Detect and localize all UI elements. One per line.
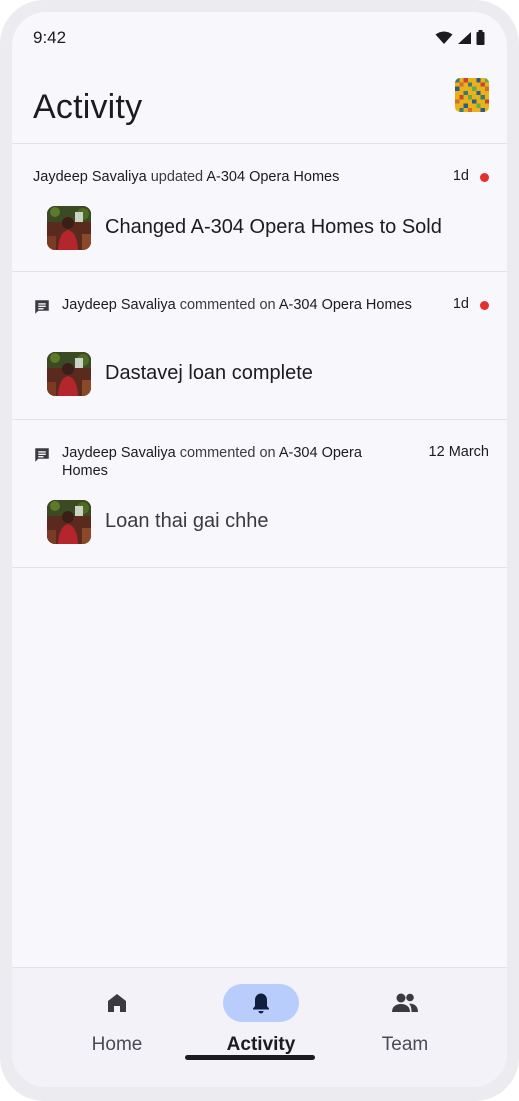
nav-home[interactable]: Home bbox=[62, 984, 172, 1064]
activity-time: 1d bbox=[452, 296, 469, 312]
activity-item[interactable]: Jaydeep Savaliya commented on A-304 Oper… bbox=[12, 272, 507, 420]
activity-verb: commented on bbox=[179, 445, 276, 461]
pixel-avatar-icon bbox=[455, 78, 489, 112]
photo-thumbnail-icon bbox=[47, 500, 91, 544]
activity-header: Jaydeep Savaliya updated A-304 Opera Hom… bbox=[33, 168, 433, 186]
nav-team[interactable]: Team bbox=[350, 984, 460, 1064]
activity-header: Jaydeep Savaliya commented on A-304 Oper… bbox=[33, 444, 393, 480]
user-photo-thumbnail bbox=[47, 500, 91, 544]
unread-indicator bbox=[480, 173, 489, 182]
user-photo-thumbnail bbox=[47, 206, 91, 250]
comment-icon bbox=[35, 448, 49, 462]
bottom-navigation: Home Activity Team bbox=[12, 967, 507, 1087]
photo-thumbnail-icon bbox=[47, 352, 91, 396]
photo-thumbnail-icon bbox=[47, 206, 91, 250]
activity-message: Changed A-304 Opera Homes to Sold bbox=[105, 216, 442, 238]
comment-icon bbox=[35, 300, 49, 314]
wifi-icon bbox=[435, 31, 453, 44]
status-icons bbox=[435, 30, 485, 45]
nav-home-label: Home bbox=[91, 1034, 143, 1055]
bell-icon bbox=[253, 993, 269, 1014]
app-screen: 9:42 Activity Jaydeep Savaliya updated A… bbox=[12, 12, 507, 1087]
signal-icon bbox=[458, 31, 471, 44]
nav-activity-label: Activity bbox=[226, 1034, 296, 1055]
nav-team-label: Team bbox=[381, 1034, 429, 1055]
user-photo-thumbnail bbox=[47, 352, 91, 396]
activity-list: Jaydeep Savaliya updated A-304 Opera Hom… bbox=[12, 144, 507, 568]
activity-target: A-304 Opera Homes bbox=[278, 297, 412, 313]
activity-verb: commented on bbox=[179, 297, 276, 313]
activity-message: Loan thai gai chhe bbox=[105, 510, 269, 532]
app-header: Activity bbox=[12, 64, 507, 144]
activity-actor: Jaydeep Savaliya bbox=[62, 297, 176, 313]
nav-active-indicator bbox=[223, 984, 299, 1022]
activity-verb: updated bbox=[150, 169, 204, 185]
status-time: 9:42 bbox=[33, 28, 67, 47]
user-avatar[interactable] bbox=[455, 78, 489, 112]
activity-item[interactable]: Jaydeep Savaliya commented on A-304 Oper… bbox=[12, 420, 507, 568]
activity-header: Jaydeep Savaliya commented on A-304 Oper… bbox=[33, 296, 433, 316]
activity-target: A-304 Opera Homes bbox=[206, 169, 340, 185]
activity-time: 1d bbox=[452, 168, 469, 184]
activity-actor: Jaydeep Savaliya bbox=[62, 445, 176, 461]
battery-icon bbox=[476, 30, 485, 45]
nav-activity[interactable]: Activity bbox=[206, 984, 316, 1064]
home-icon bbox=[108, 994, 126, 1012]
status-bar: 9:42 bbox=[12, 12, 507, 64]
activity-message: Dastavej loan complete bbox=[105, 362, 313, 384]
unread-indicator bbox=[480, 301, 489, 310]
activity-time: 12 March bbox=[428, 444, 489, 460]
home-indicator[interactable] bbox=[185, 1055, 315, 1060]
people-icon bbox=[392, 993, 418, 1012]
page-title: Activity bbox=[33, 88, 143, 126]
activity-actor: Jaydeep Savaliya bbox=[33, 169, 147, 185]
activity-item[interactable]: Jaydeep Savaliya updated A-304 Opera Hom… bbox=[12, 144, 507, 272]
